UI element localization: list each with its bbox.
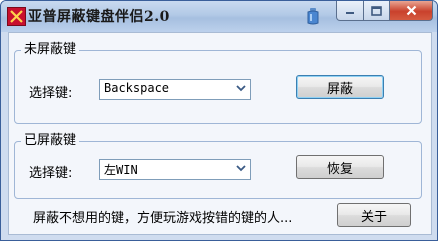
window-title: 亚普屏蔽键盘伴侣2.0	[28, 9, 170, 25]
dialog-body: 未屏蔽键 选择键: Backspace 屏蔽 已屏蔽键 选择键: 左WIN 恢复…	[8, 32, 432, 235]
blocked-select-label: 选择键:	[29, 166, 73, 181]
title-bar[interactable]: 亚普屏蔽键盘伴侣2.0	[1, 1, 437, 32]
close-button[interactable]	[390, 1, 433, 21]
unblocked-key-value: Backspace	[104, 81, 170, 95]
blocked-key-value: 左WIN	[104, 163, 138, 177]
minimize-button[interactable]	[336, 1, 364, 21]
blocked-keys-group: 已屏蔽键 选择键: 左WIN 恢复	[14, 133, 422, 199]
unblocked-key-select[interactable]: Backspace	[99, 79, 251, 100]
unblocked-keys-group: 未屏蔽键 选择键: Backspace 屏蔽	[14, 42, 422, 124]
app-icon[interactable]	[7, 7, 26, 26]
block-button[interactable]: 屏蔽	[296, 75, 384, 99]
maximize-icon	[371, 5, 382, 16]
tray-icon	[306, 8, 320, 25]
chevron-down-icon	[236, 165, 246, 172]
app-description: 屏蔽不想用的键，方便玩游戏按错的键的人...	[33, 211, 293, 226]
restore-button[interactable]: 恢复	[296, 155, 384, 179]
about-button[interactable]: 关于	[337, 203, 411, 227]
blocked-key-select[interactable]: 左WIN	[99, 159, 251, 180]
blocked-group-title: 已屏蔽键	[21, 133, 80, 149]
chevron-down-icon	[236, 85, 246, 92]
unblocked-group-title: 未屏蔽键	[21, 42, 80, 58]
app-window: 亚普屏蔽键盘伴侣2.0 未屏蔽键 选择键: Backspace 屏蔽 已屏蔽键 …	[0, 0, 438, 241]
unblocked-select-label: 选择键:	[29, 86, 73, 101]
maximize-button[interactable]	[364, 1, 390, 21]
close-icon	[406, 5, 416, 16]
minimize-icon	[346, 11, 354, 14]
